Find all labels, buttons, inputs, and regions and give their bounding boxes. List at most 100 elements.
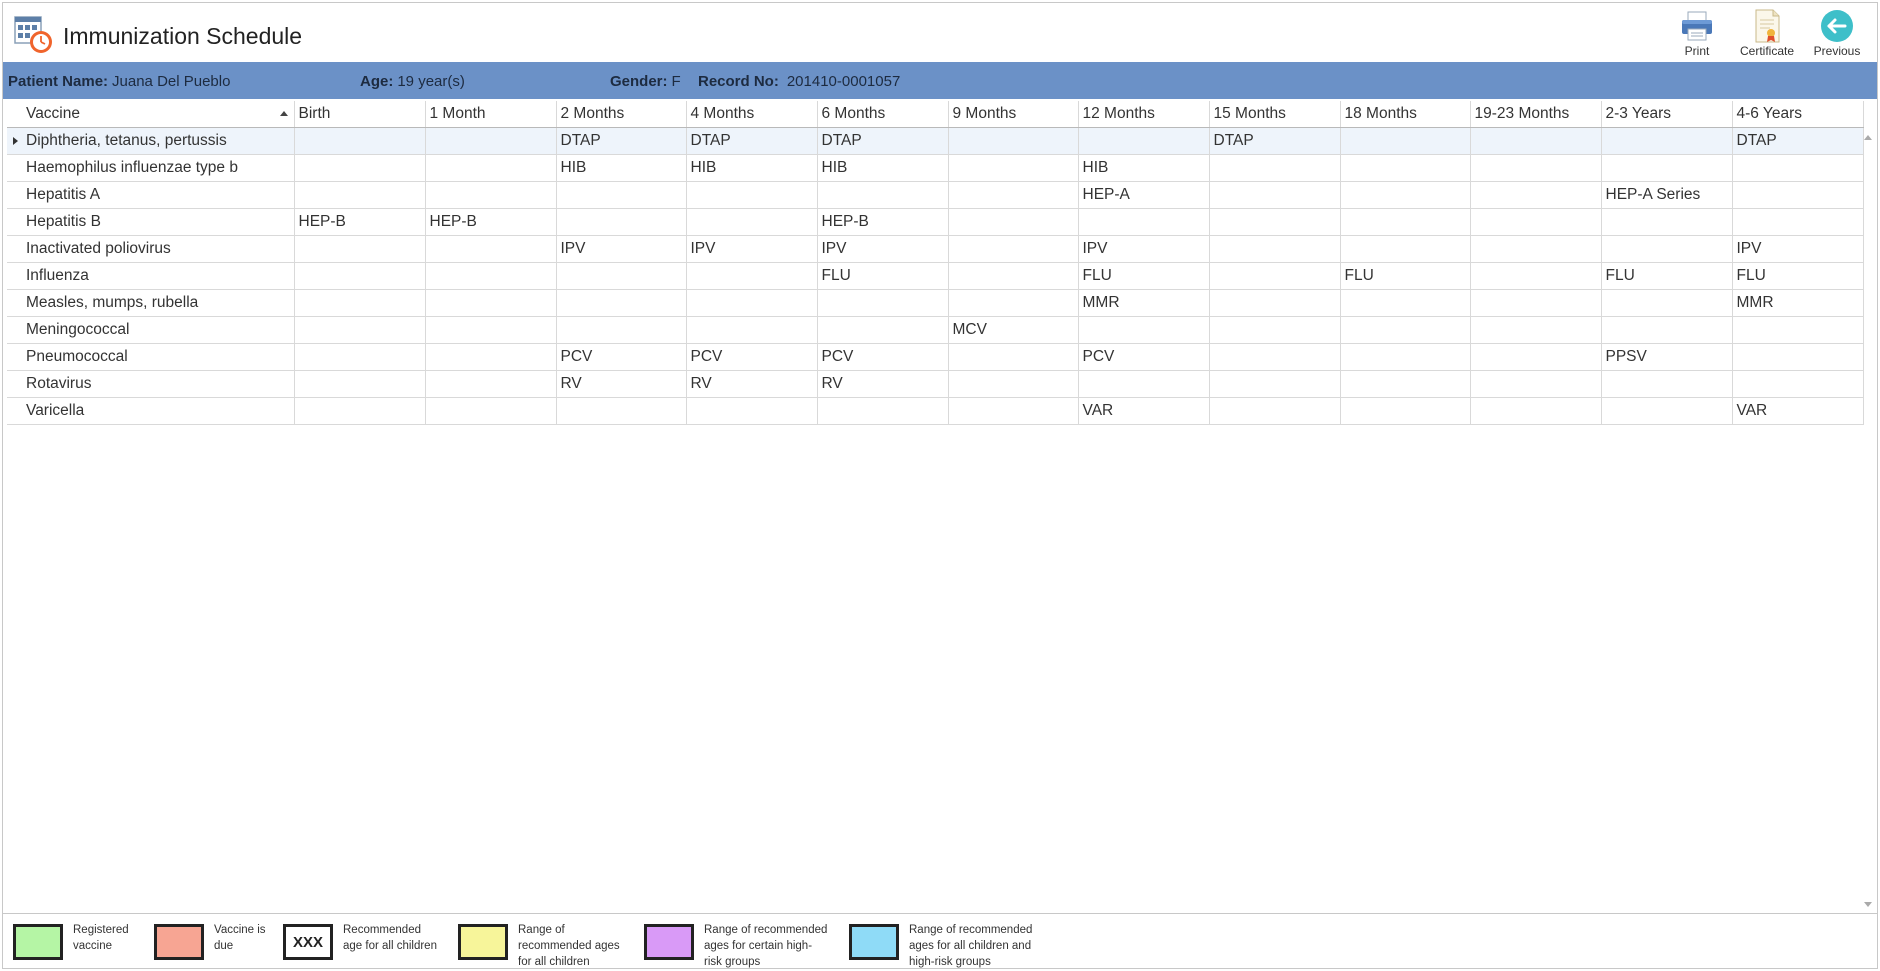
schedule-cell[interactable] bbox=[686, 262, 818, 290]
schedule-cell[interactable] bbox=[1340, 289, 1471, 317]
schedule-cell[interactable]: HEP-A Series bbox=[1601, 181, 1733, 209]
schedule-cell[interactable] bbox=[1209, 343, 1341, 371]
schedule-cell[interactable] bbox=[948, 343, 1079, 371]
schedule-cell[interactable] bbox=[1340, 235, 1471, 263]
schedule-grid[interactable]: Vaccine Birth 1 Month 2 Months 4 Months 6 Mon… bbox=[7, 101, 1864, 425]
schedule-cell[interactable] bbox=[1078, 316, 1210, 344]
schedule-cell[interactable] bbox=[1209, 181, 1341, 209]
schedule-cell[interactable] bbox=[1470, 370, 1602, 398]
schedule-cell[interactable]: HIB bbox=[686, 154, 818, 182]
table-row[interactable]: Diphtheria, tetanus, pertussis DTAP DTAP DT… bbox=[7, 127, 1864, 155]
schedule-cell[interactable] bbox=[686, 289, 818, 317]
schedule-cell[interactable] bbox=[1340, 397, 1471, 425]
schedule-cell[interactable] bbox=[1732, 343, 1864, 371]
table-row[interactable]: Pneumococcal PCV PCV PCV PCV PPSV bbox=[7, 343, 1864, 371]
schedule-cell[interactable] bbox=[1470, 316, 1602, 344]
schedule-cell[interactable]: FLU bbox=[817, 262, 949, 290]
schedule-cell[interactable] bbox=[556, 262, 687, 290]
schedule-cell[interactable]: MCV bbox=[948, 316, 1079, 344]
schedule-cell[interactable] bbox=[1209, 208, 1341, 236]
schedule-cell[interactable] bbox=[556, 316, 687, 344]
schedule-cell[interactable] bbox=[556, 181, 687, 209]
schedule-cell[interactable] bbox=[948, 127, 1079, 155]
schedule-cell[interactable]: IPV bbox=[556, 235, 687, 263]
schedule-cell[interactable] bbox=[1340, 370, 1471, 398]
schedule-cell[interactable] bbox=[1340, 316, 1471, 344]
schedule-cell[interactable] bbox=[1340, 208, 1471, 236]
schedule-cell[interactable] bbox=[294, 316, 426, 344]
schedule-cell[interactable] bbox=[425, 316, 557, 344]
previous-button[interactable]: Previous bbox=[1805, 9, 1869, 61]
schedule-cell[interactable] bbox=[1470, 397, 1602, 425]
schedule-cell[interactable] bbox=[1209, 235, 1341, 263]
schedule-cell[interactable]: PCV bbox=[686, 343, 818, 371]
schedule-cell[interactable] bbox=[425, 343, 557, 371]
schedule-cell[interactable] bbox=[1470, 235, 1602, 263]
schedule-cell[interactable] bbox=[686, 397, 818, 425]
column-header[interactable]: 2 Months bbox=[556, 101, 687, 128]
schedule-cell[interactable] bbox=[1209, 289, 1341, 317]
schedule-cell[interactable]: PCV bbox=[817, 343, 949, 371]
schedule-cell[interactable] bbox=[1601, 289, 1733, 317]
schedule-cell[interactable] bbox=[1601, 127, 1733, 155]
schedule-cell[interactable]: IPV bbox=[817, 235, 949, 263]
vaccine-name-cell[interactable]: Meningococcal bbox=[22, 316, 295, 344]
vaccine-name-cell[interactable]: Varicella bbox=[22, 397, 295, 425]
schedule-cell[interactable] bbox=[1078, 370, 1210, 398]
schedule-cell[interactable] bbox=[425, 289, 557, 317]
schedule-cell[interactable] bbox=[686, 316, 818, 344]
schedule-cell[interactable]: HEP-B bbox=[817, 208, 949, 236]
schedule-cell[interactable] bbox=[1601, 208, 1733, 236]
schedule-cell[interactable] bbox=[686, 208, 818, 236]
schedule-cell[interactable] bbox=[425, 181, 557, 209]
column-header[interactable]: 15 Months bbox=[1209, 101, 1341, 128]
schedule-cell[interactable]: MMR bbox=[1732, 289, 1864, 317]
schedule-cell[interactable] bbox=[1340, 127, 1471, 155]
schedule-cell[interactable] bbox=[1470, 343, 1602, 371]
schedule-cell[interactable] bbox=[1470, 208, 1602, 236]
vaccine-name-cell[interactable]: Hepatitis B bbox=[22, 208, 295, 236]
schedule-cell[interactable] bbox=[425, 370, 557, 398]
schedule-cell[interactable] bbox=[1732, 370, 1864, 398]
schedule-cell[interactable] bbox=[1732, 181, 1864, 209]
schedule-cell[interactable] bbox=[1209, 262, 1341, 290]
schedule-cell[interactable] bbox=[425, 235, 557, 263]
vaccine-name-cell[interactable]: Inactivated poliovirus bbox=[22, 235, 295, 263]
column-header[interactable]: 1 Month bbox=[425, 101, 557, 128]
column-header[interactable]: 19-23 Months bbox=[1470, 101, 1602, 128]
print-button[interactable]: Print bbox=[1665, 9, 1729, 61]
schedule-cell[interactable] bbox=[1209, 154, 1341, 182]
schedule-cell[interactable]: FLU bbox=[1078, 262, 1210, 290]
schedule-cell[interactable] bbox=[294, 181, 426, 209]
schedule-cell[interactable] bbox=[294, 127, 426, 155]
table-row[interactable]: Meningococcal MCV bbox=[7, 316, 1864, 344]
schedule-cell[interactable]: FLU bbox=[1340, 262, 1471, 290]
table-row[interactable]: Haemophilus influenzae type b HIB HIB HIB HI… bbox=[7, 154, 1864, 182]
vertical-scrollbar[interactable] bbox=[1861, 129, 1875, 909]
schedule-cell[interactable] bbox=[1470, 181, 1602, 209]
schedule-cell[interactable] bbox=[1732, 208, 1864, 236]
schedule-cell[interactable] bbox=[1470, 127, 1602, 155]
schedule-cell[interactable] bbox=[425, 262, 557, 290]
schedule-cell[interactable] bbox=[817, 397, 949, 425]
table-row[interactable]: Inactivated poliovirus IPV IPV IPV IPV IPV bbox=[7, 235, 1864, 263]
schedule-cell[interactable] bbox=[1601, 154, 1733, 182]
schedule-cell[interactable] bbox=[948, 181, 1079, 209]
column-header[interactable]: Birth bbox=[294, 101, 426, 128]
schedule-cell[interactable] bbox=[948, 370, 1079, 398]
schedule-cell[interactable]: HEP-B bbox=[425, 208, 557, 236]
schedule-cell[interactable] bbox=[556, 208, 687, 236]
schedule-cell[interactable] bbox=[1209, 370, 1341, 398]
schedule-cell[interactable]: PPSV bbox=[1601, 343, 1733, 371]
table-row[interactable]: Varicella VAR VAR bbox=[7, 397, 1864, 425]
schedule-cell[interactable] bbox=[1470, 289, 1602, 317]
schedule-cell[interactable] bbox=[1470, 262, 1602, 290]
schedule-cell[interactable] bbox=[1209, 316, 1341, 344]
vaccine-name-cell[interactable]: Measles, mumps, rubella bbox=[22, 289, 295, 317]
schedule-cell[interactable]: MMR bbox=[1078, 289, 1210, 317]
vaccine-name-cell[interactable]: Haemophilus influenzae type b bbox=[22, 154, 295, 182]
vaccine-name-cell[interactable]: Influenza bbox=[22, 262, 295, 290]
schedule-cell[interactable] bbox=[1732, 316, 1864, 344]
schedule-cell[interactable]: HEP-B bbox=[294, 208, 426, 236]
schedule-cell[interactable] bbox=[1601, 397, 1733, 425]
